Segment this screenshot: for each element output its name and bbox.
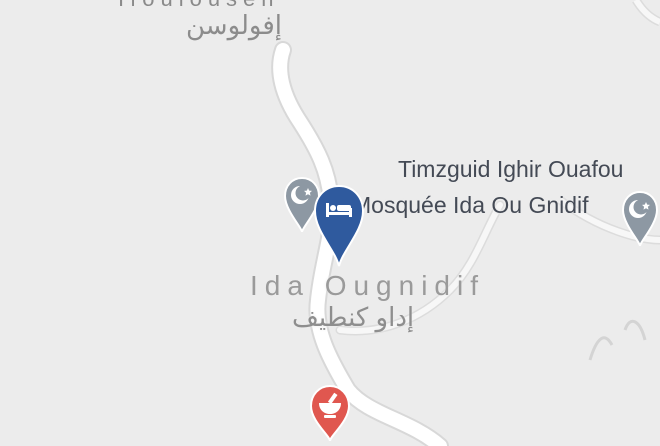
pharmacy-pin[interactable] <box>309 384 351 444</box>
mosque-pin-right[interactable] <box>621 190 659 248</box>
map-view[interactable]: Ifoulousen إفولوسن Timzguid Ighir Ouafou… <box>0 0 660 446</box>
hotel-pin[interactable] <box>313 184 365 270</box>
